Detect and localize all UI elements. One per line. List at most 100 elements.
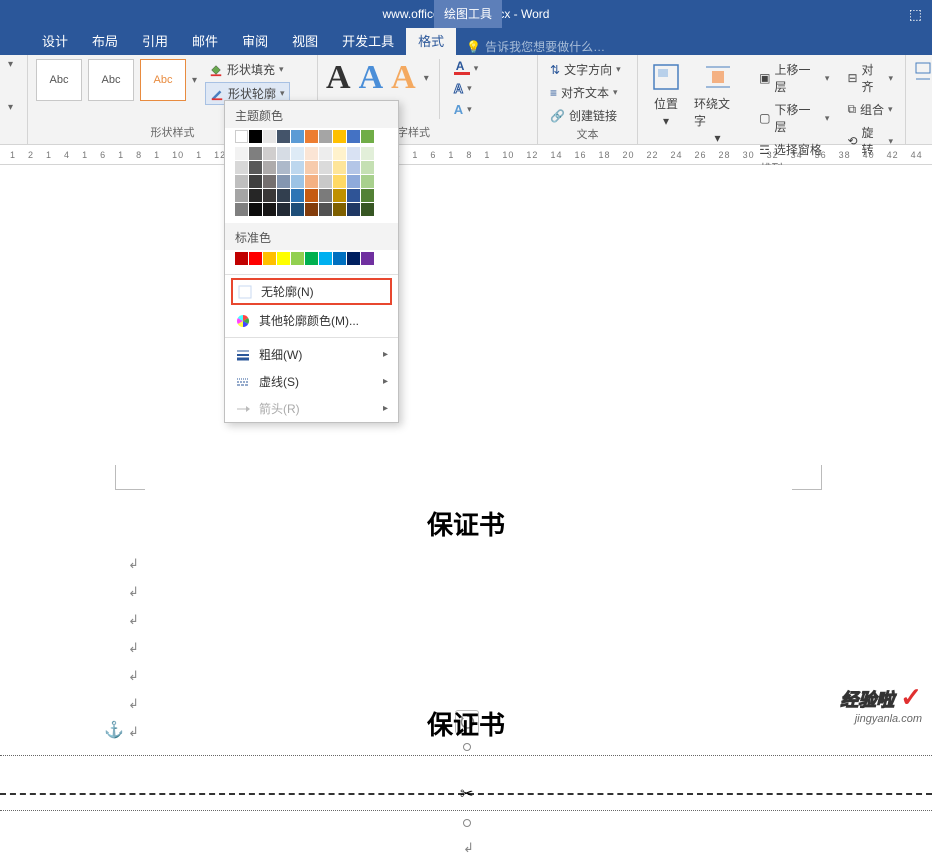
wordart-style-1[interactable]: A <box>326 59 351 97</box>
color-swatch[interactable] <box>305 130 318 143</box>
color-swatch[interactable] <box>263 161 276 174</box>
color-swatch[interactable] <box>291 147 304 160</box>
color-swatch[interactable] <box>347 147 360 160</box>
color-swatch[interactable] <box>305 189 318 202</box>
color-swatch[interactable] <box>333 175 346 188</box>
color-swatch[interactable] <box>333 203 346 216</box>
color-swatch[interactable] <box>235 130 248 143</box>
color-swatch[interactable] <box>277 130 290 143</box>
color-swatch[interactable] <box>305 175 318 188</box>
tab-view[interactable]: 视图 <box>280 26 330 55</box>
color-swatch[interactable] <box>249 203 262 216</box>
color-swatch[interactable] <box>291 175 304 188</box>
color-swatch[interactable] <box>319 203 332 216</box>
color-swatch[interactable] <box>305 252 318 265</box>
align-text-button[interactable]: ≡ 对齐文本▾ <box>546 82 625 103</box>
color-swatch[interactable] <box>277 161 290 174</box>
anchor-icon[interactable]: ⚓ <box>104 720 124 740</box>
dashes-item[interactable]: 虚线(S) ▸ <box>225 368 398 395</box>
more-styles-icon[interactable]: ▾ <box>192 75 197 86</box>
tab-developer[interactable]: 开发工具 <box>330 26 406 55</box>
color-swatch[interactable] <box>361 189 374 202</box>
color-swatch[interactable] <box>263 130 276 143</box>
color-swatch[interactable] <box>319 189 332 202</box>
shape-style-2[interactable]: Abc <box>88 59 134 101</box>
color-swatch[interactable] <box>361 203 374 216</box>
document-heading[interactable]: 保证书 <box>427 505 505 542</box>
color-swatch[interactable] <box>263 252 276 265</box>
color-swatch[interactable] <box>235 189 248 202</box>
tab-review[interactable]: 审阅 <box>230 26 280 55</box>
dropdown-icon[interactable]: ▾ <box>8 102 19 113</box>
color-swatch[interactable] <box>277 203 290 216</box>
align-button[interactable]: ⊟对齐▾ <box>843 59 897 97</box>
tab-references[interactable]: 引用 <box>130 26 180 55</box>
color-swatch[interactable] <box>305 203 318 216</box>
text-direction-button[interactable]: ⇅ 文字方向▾ <box>546 59 625 80</box>
tab-design[interactable]: 设计 <box>30 26 80 55</box>
color-swatch[interactable] <box>333 189 346 202</box>
color-swatch[interactable] <box>235 147 248 160</box>
color-swatch[interactable] <box>361 175 374 188</box>
color-swatch[interactable] <box>291 189 304 202</box>
color-swatch[interactable] <box>347 175 360 188</box>
color-swatch[interactable] <box>277 252 290 265</box>
color-swatch[interactable] <box>263 203 276 216</box>
document-canvas[interactable]: 保证书 ↲↲↲↲↲↲↲ ⚓ ✂ ↲ 保证书 <box>0 165 932 737</box>
size-icon[interactable] <box>914 59 924 89</box>
text-fill-button[interactable]: ▾ <box>450 59 483 77</box>
color-swatch[interactable] <box>361 161 374 174</box>
color-swatch[interactable] <box>333 252 346 265</box>
tab-layout[interactable]: 布局 <box>80 26 130 55</box>
color-swatch[interactable] <box>277 147 290 160</box>
color-swatch[interactable] <box>235 175 248 188</box>
wordart-style-3[interactable]: A <box>391 59 416 97</box>
send-backward-button[interactable]: ▢下移一层▾ <box>755 99 833 137</box>
wordart-style-2[interactable]: A <box>359 59 384 97</box>
color-swatch[interactable] <box>235 252 248 265</box>
color-swatch[interactable] <box>361 252 374 265</box>
contextual-tool-tab[interactable]: 绘图工具 <box>434 0 502 28</box>
text-effects-button[interactable]: A▾ <box>450 100 483 119</box>
color-swatch[interactable] <box>249 161 262 174</box>
color-swatch[interactable] <box>319 252 332 265</box>
color-swatch[interactable] <box>361 147 374 160</box>
color-swatch[interactable] <box>263 147 276 160</box>
weight-item[interactable]: 粗细(W) ▸ <box>225 341 398 368</box>
color-swatch[interactable] <box>249 175 262 188</box>
shape-handle[interactable] <box>463 743 471 751</box>
color-swatch[interactable] <box>347 130 360 143</box>
color-swatch[interactable] <box>249 130 262 143</box>
dropdown-icon[interactable]: ▾ <box>8 59 19 70</box>
color-swatch[interactable] <box>319 175 332 188</box>
color-swatch[interactable] <box>291 203 304 216</box>
no-outline-item[interactable]: 无轮廓(N) <box>231 278 392 305</box>
color-swatch[interactable] <box>333 130 346 143</box>
shape-style-1[interactable]: Abc <box>36 59 82 101</box>
more-outline-colors-item[interactable]: 其他轮廓颜色(M)... <box>225 307 398 334</box>
color-swatch[interactable] <box>333 147 346 160</box>
color-swatch[interactable] <box>319 130 332 143</box>
color-swatch[interactable] <box>305 147 318 160</box>
color-swatch[interactable] <box>305 161 318 174</box>
color-swatch[interactable] <box>235 161 248 174</box>
color-swatch[interactable] <box>249 189 262 202</box>
selection-pane-button[interactable]: ☲选择窗格 <box>755 139 833 160</box>
position-button[interactable]: 位置▾ <box>646 59 686 130</box>
color-swatch[interactable] <box>263 175 276 188</box>
wrap-text-button[interactable]: 环绕文字▾ <box>690 59 745 147</box>
group-button[interactable]: ⧉组合▾ <box>843 99 897 120</box>
color-swatch[interactable] <box>347 189 360 202</box>
tab-format[interactable]: 格式 <box>406 26 456 55</box>
color-swatch[interactable] <box>333 161 346 174</box>
shape-fill-button[interactable]: 形状填充 ▾ <box>205 59 290 80</box>
color-swatch[interactable] <box>347 252 360 265</box>
color-swatch[interactable] <box>263 189 276 202</box>
color-swatch[interactable] <box>249 252 262 265</box>
bring-forward-button[interactable]: ▣上移一层▾ <box>755 59 833 97</box>
color-swatch[interactable] <box>347 203 360 216</box>
color-swatch[interactable] <box>291 130 304 143</box>
rotate-button[interactable]: ⟲旋转▾ <box>843 122 897 160</box>
tell-me-search[interactable]: 💡 告诉我您想要做什么… <box>466 38 605 55</box>
text-outline-button[interactable]: A▾ <box>450 79 483 98</box>
